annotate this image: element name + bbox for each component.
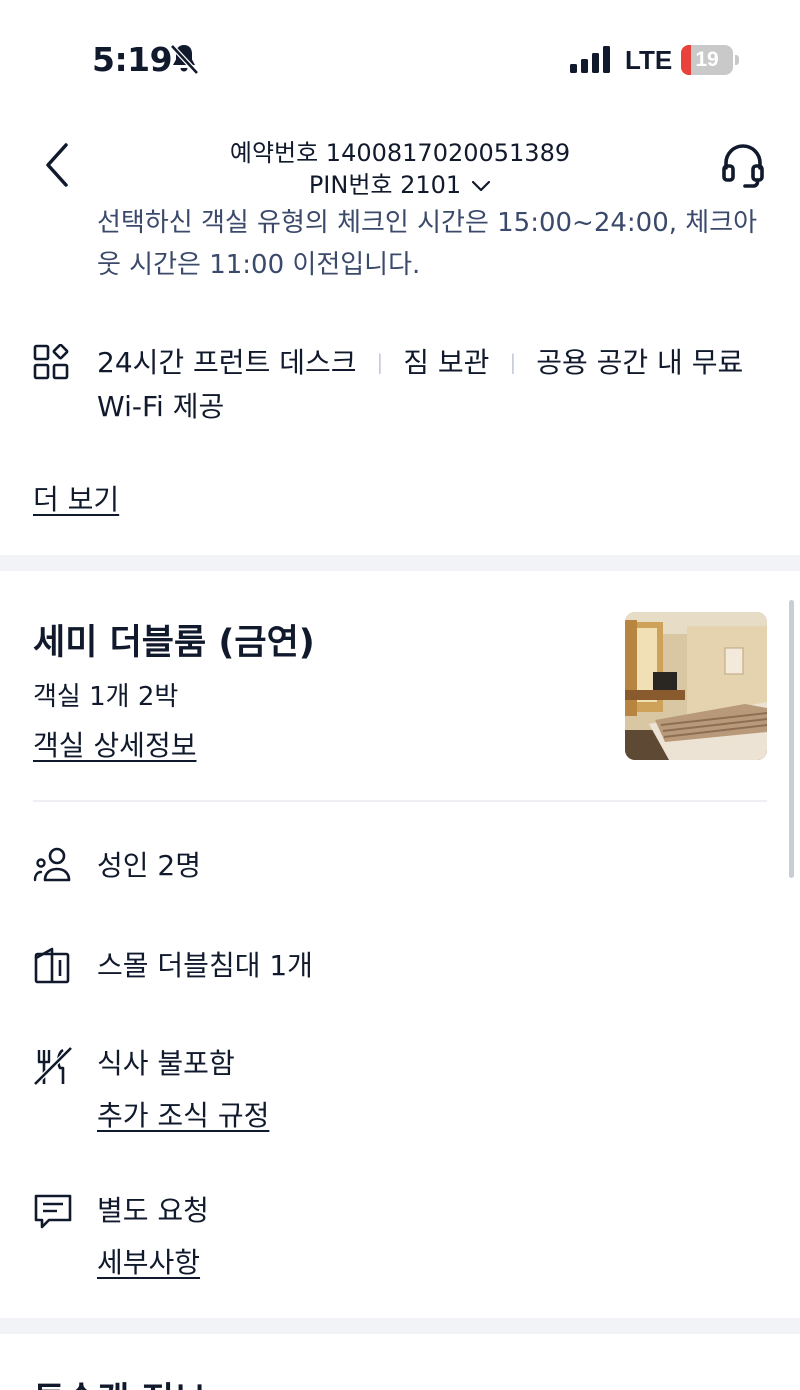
separator: | [376, 350, 384, 374]
room-detail-link[interactable]: 객실 상세정보 [33, 724, 196, 764]
guest-info-title: 투숙객 정보 [33, 1372, 206, 1390]
status-bar: 5:19 LTE 19 [0, 0, 800, 110]
room-divider [33, 800, 767, 802]
battery-level: 19 [695, 48, 719, 71]
booking-header: 예약번호 1400817020051389 PIN번호 2101 [0, 125, 800, 205]
bed-icon [34, 947, 70, 984]
pin-toggle[interactable]: PIN번호 2101 [0, 165, 800, 200]
breakfast-policy-link[interactable]: 추가 조식 규정 [97, 1094, 269, 1134]
amenity-item: 24시간 프런트 데스크 [97, 346, 357, 379]
section-divider [0, 1318, 800, 1334]
amenities-list: 24시간 프런트 데스크 | 짐 보관 | 공용 공간 내 무료 Wi-Fi 제공 [97, 340, 767, 429]
room-title: 세미 더블룸 (금연) [33, 623, 315, 663]
battery-cap [735, 55, 739, 65]
request-text: 별도 요청 [97, 1194, 209, 1227]
battery-indicator: 19 [681, 45, 733, 75]
network-type: LTE [625, 45, 673, 75]
bell-slash-icon [170, 44, 199, 75]
amenity-item: 짐 보관 [403, 346, 490, 379]
scrollbar[interactable] [789, 600, 794, 878]
message-icon [34, 1194, 72, 1229]
room-photo-image [625, 612, 767, 760]
pin-number: PIN번호 2101 [308, 171, 462, 199]
chevron-down-icon [472, 180, 491, 192]
section-divider [0, 555, 800, 571]
more-amenities-link[interactable]: 더 보기 [33, 478, 119, 518]
bed-text: 스몰 더블침대 1개 [97, 949, 313, 982]
status-time: 5:19 [92, 40, 173, 79]
signal-icon [570, 46, 610, 73]
meal-icon [33, 1046, 73, 1086]
meal-text: 식사 불포함 [97, 1047, 235, 1080]
room-count: 객실 1개 2박 [33, 682, 179, 712]
guests-icon [33, 847, 71, 882]
booking-number: 예약번호 1400817020051389 [229, 139, 571, 167]
guests-text: 성인 2명 [97, 849, 201, 882]
headset-icon[interactable] [720, 142, 766, 188]
checkin-policy-note: 선택하신 객실 유형의 체크인 시간은 15:00~24:00, 체크아웃 시간… [97, 208, 758, 280]
separator: | [509, 350, 517, 374]
request-detail-link[interactable]: 세부사항 [97, 1241, 200, 1281]
room-photo[interactable] [625, 612, 767, 760]
amenities-icon [33, 344, 69, 380]
